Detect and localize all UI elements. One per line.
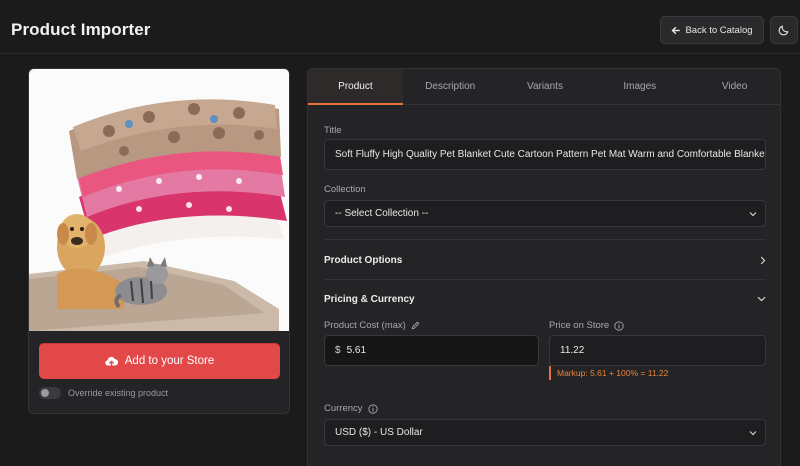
chevron-down-icon [757,296,766,302]
price-on-store-label: Price on Store [549,320,624,331]
pricing-currency-label: Pricing & Currency [324,293,415,305]
markup-hint: Markup: 5.61 + 100% = 11.22 [549,366,668,380]
collection-select-value: -- Select Collection -- [335,208,429,219]
pricing-currency-section[interactable]: Pricing & Currency [324,281,766,317]
tab-images[interactable]: Images [592,69,687,104]
page-title: Product Importer [11,20,151,39]
divider [324,239,766,240]
price-on-store-value: 11.22 [560,345,585,356]
tab-video[interactable]: Video [687,69,780,104]
collection-label: Collection [324,184,366,195]
back-to-catalog-label: Back to Catalog [685,24,753,36]
add-to-store-label: Add to your Store [124,355,215,367]
override-row: Override existing product [39,387,168,399]
currency-prefix: $ [335,345,341,356]
info-icon[interactable] [614,320,624,331]
chevron-down-icon [749,211,757,216]
chevron-down-icon [749,430,757,435]
product-options-section[interactable]: Product Options [324,242,766,278]
product-cost-input[interactable]: $ 5.61 [324,335,539,366]
product-cost-label-text: Product Cost (max) [324,320,406,331]
title-input[interactable]: Soft Fluffy High Quality Pet Blanket Cut… [324,139,766,170]
price-on-store-input[interactable]: 11.22 [549,335,766,366]
markup-hint-text: Markup: 5.61 + 100% = 11.22 [557,368,669,378]
product-cost-label: Product Cost (max) [324,320,420,331]
currency-select[interactable]: USD ($) - US Dollar [324,419,766,446]
product-card: Add to your Store Override existing prod… [28,68,290,414]
product-photo-illustration [29,69,289,331]
toggle-knob [41,389,49,397]
collection-label-text: Collection [324,184,366,195]
back-to-catalog-button[interactable]: Back to Catalog [660,16,764,44]
arrow-left-icon [672,26,681,34]
tab-description[interactable]: Description [403,69,498,104]
product-options-label: Product Options [324,254,403,266]
theme-toggle-button[interactable] [770,16,798,44]
cloud-upload-icon [105,356,118,367]
tab-variants[interactable]: Variants [498,69,593,104]
currency-select-value: USD ($) - US Dollar [335,427,423,438]
top-bar: Product Importer Back to Catalog [0,0,800,54]
title-label-text: Title [324,125,342,136]
info-icon[interactable] [367,403,378,414]
tab-bar: Product Description Variants Images Vide… [308,69,780,105]
product-image [29,69,289,331]
product-form-panel: Product Description Variants Images Vide… [307,68,781,466]
override-label: Override existing product [68,388,169,398]
collection-select[interactable]: -- Select Collection -- [324,200,766,227]
divider [324,279,766,280]
price-on-store-label-text: Price on Store [549,320,610,331]
override-toggle[interactable] [39,387,61,399]
title-input-value: Soft Fluffy High Quality Pet Blanket Cut… [335,149,766,160]
moon-icon [778,25,789,36]
add-to-store-button[interactable]: Add to your Store [39,343,280,379]
title-label: Title [324,125,342,136]
tab-product[interactable]: Product [308,69,403,105]
currency-label: Currency [324,403,378,414]
product-cost-value: 5.61 [346,345,367,356]
currency-label-text: Currency [324,403,363,414]
chevron-right-icon [760,256,766,264]
pencil-icon[interactable] [411,321,420,330]
